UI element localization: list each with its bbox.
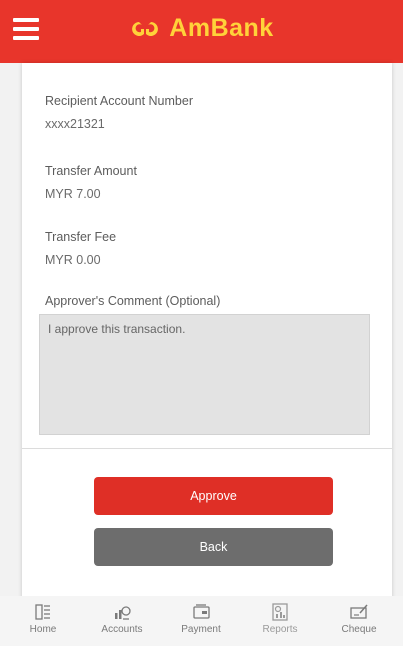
approve-button[interactable]: Approve bbox=[94, 477, 333, 515]
nav-label-reports: Reports bbox=[262, 624, 298, 635]
reports-icon bbox=[272, 603, 288, 621]
nav-item-cheque[interactable]: Cheque bbox=[324, 602, 394, 635]
wallet-icon bbox=[193, 604, 210, 619]
approver-comment-input[interactable]: I approve this transaction. bbox=[39, 314, 370, 435]
transfer-fee-field: Transfer Fee MYR 0.00 bbox=[45, 230, 116, 267]
approver-comment-label: Approver's Comment (Optional) bbox=[45, 294, 221, 308]
bottom-navigation: Home Accounts Payment Reports Cheque bbox=[0, 596, 403, 646]
ambank-logo-icon bbox=[132, 21, 159, 36]
recipient-account-value: xxxx21321 bbox=[45, 117, 105, 131]
transfer-amount-label: Transfer Amount bbox=[45, 164, 137, 178]
nav-item-home[interactable]: Home bbox=[8, 602, 78, 635]
transaction-details-card: Recipient Account Number xxxx21321 Trans… bbox=[22, 63, 392, 611]
transfer-amount-value: MYR 7.00 bbox=[45, 187, 101, 201]
approver-comment-field: Approver's Comment (Optional) bbox=[45, 294, 220, 308]
section-divider bbox=[22, 448, 392, 449]
nav-item-accounts[interactable]: Accounts bbox=[87, 602, 157, 635]
back-button[interactable]: Back bbox=[94, 528, 333, 566]
nav-label-home: Home bbox=[29, 624, 57, 635]
recipient-account-label: Recipient Account Number bbox=[45, 94, 193, 108]
brand-name: AmBank bbox=[169, 14, 274, 42]
transfer-amount-field: Transfer Amount MYR 7.00 bbox=[45, 164, 137, 201]
accounts-icon bbox=[115, 606, 131, 620]
nav-item-payment[interactable]: Payment bbox=[166, 602, 236, 635]
home-icon bbox=[35, 604, 50, 620]
ambank-logo: AmBank bbox=[0, 14, 403, 44]
transfer-fee-value: MYR 0.00 bbox=[45, 253, 101, 267]
nav-item-reports[interactable]: Reports bbox=[245, 602, 315, 635]
nav-label-payment: Payment bbox=[181, 624, 221, 635]
app-header: AmBank bbox=[0, 0, 403, 63]
nav-label-cheque: Cheque bbox=[341, 624, 377, 635]
nav-label-accounts: Accounts bbox=[101, 624, 143, 635]
recipient-account-field: Recipient Account Number xxxx21321 bbox=[45, 94, 193, 131]
transfer-fee-label: Transfer Fee bbox=[45, 230, 117, 244]
cheque-icon bbox=[350, 604, 368, 619]
